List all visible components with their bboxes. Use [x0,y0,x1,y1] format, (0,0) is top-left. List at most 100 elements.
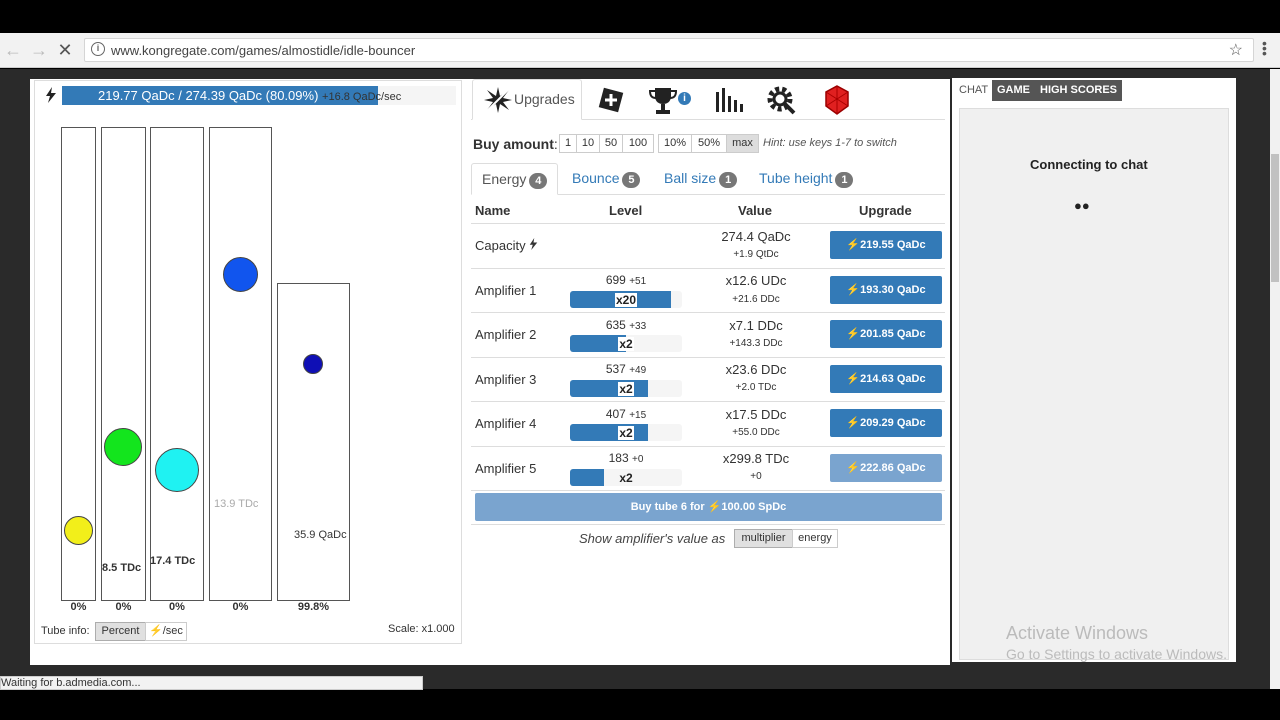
trophy-icon[interactable] [647,84,679,116]
level-multiplier: x2 [570,382,682,396]
buy-tube-button[interactable]: Buy tube 6 for ⚡100.00 SpDc [475,493,942,521]
multiplier-text: x2 [618,426,634,440]
row-divider [471,446,945,447]
row-value-delta: +143.3 DDc [729,338,783,349]
tube-percent: 0% [232,601,249,613]
tube-label: 13.9 TDc [214,498,259,510]
upgrade-cost: 201.85 QaDc [860,328,926,340]
percent-toggle-button[interactable]: Percent [95,622,146,641]
upgrade-button[interactable]: ⚡219.55 QaDc [830,231,942,259]
chat-connecting-text: Connecting to chat [1030,157,1148,172]
upgrade-button[interactable]: ⚡193.30 QaDc [830,276,942,304]
bolt-icon: ⚡ [149,625,163,637]
row-value-delta: +1.9 QtDc [733,249,779,260]
buy-option-button[interactable]: 100 [622,134,654,153]
address-bar[interactable]: i www.kongregate.com/games/almostidle/id… [84,38,1254,62]
main-tabs: Upgrades i [471,79,945,120]
url-text[interactable]: www.kongregate.com/games/almostidle/idle… [111,43,415,58]
ball-cyan [155,448,199,492]
stop-loading-icon[interactable]: ✕ [56,41,74,59]
row-value: 274.4 QaDc [721,229,791,244]
info-badge-icon: i [678,92,691,105]
tube-percent: 0% [169,601,185,613]
column-header-value: Value [738,203,772,218]
row-divider [471,401,945,402]
scrollbar-thumb[interactable] [1271,154,1279,282]
buy-option-button[interactable]: 10 [576,134,600,153]
tube-percent: 99.8% [297,601,330,613]
multiplier-text: x2 [618,337,634,351]
level-add: +49 [629,365,647,376]
energy-progress-bar: 219.77 QaDc / 274.39 QaDc (80.09%) +16.8… [62,86,456,105]
back-arrow-icon[interactable]: ← [4,41,22,59]
level-add: +0 [631,454,644,465]
per-sec-toggle-button[interactable]: ⚡/sec [145,622,187,641]
bookmark-star-icon[interactable]: ☆ [1229,40,1243,60]
upgrade-subtabs: Energy 4 Bounce 5 Ball size 1 Tube height 1 [471,163,945,195]
buy-option-button[interactable]: max [726,134,759,153]
row-divider [471,223,945,224]
activate-windows-subtext: Go to Settings to activate Windows. [1006,646,1227,662]
level-progress-bar: x2 [570,335,682,352]
buy-option-button[interactable]: 10% [658,134,692,153]
row-value: x299.8 TDc [722,451,790,466]
page-scrollbar[interactable] [1270,69,1280,689]
upgrade-button[interactable]: ⚡201.85 QaDc [830,320,942,348]
upgrades-burst-icon [484,87,512,113]
stats-bar-chart-icon[interactable] [713,84,745,116]
ball-blue [223,257,258,292]
bolt-icon [529,238,538,250]
ruby-gem-icon[interactable] [821,84,853,116]
ball-navy [303,354,323,374]
upgrade-cost: 219.55 QaDc [860,239,926,251]
tube-3 [150,127,204,601]
multiplier-text: x2 [618,382,634,396]
upgrade-button[interactable]: ⚡222.86 QaDc [830,454,942,482]
row-value: x17.5 DDc [725,407,787,422]
loading-dots: ●● [1074,198,1090,213]
row-name: Capacity [475,238,538,253]
energy-rate: +16.8 QaDc/sec [322,91,402,103]
tab-chat[interactable]: CHAT [954,80,994,101]
bolt-icon [45,87,57,103]
bottom-letterbox [0,689,1280,720]
row-value-delta: +55.0 DDc [732,427,780,438]
tube-label: 35.9 QaDc [294,529,347,541]
upgrade-button[interactable]: ⚡209.29 QaDc [830,409,942,437]
tab-upgrades[interactable]: Upgrades [472,79,582,120]
tab-game[interactable]: GAME [992,80,1035,101]
subtab-bounce[interactable]: Bounce 5 [562,163,650,195]
energy-toggle-button[interactable]: energy [792,529,838,548]
browser-menu-icon[interactable]: • • • [1262,36,1276,60]
forward-arrow-icon[interactable]: → [30,41,48,59]
buy-option-button[interactable]: 50 [599,134,623,153]
level-progress-bar: x2 [570,424,682,441]
buy-amount-colon: : [553,136,558,152]
multiplier-text: x2 [619,471,633,485]
prestige-icon[interactable] [595,84,627,116]
tube-2 [101,127,146,601]
row-level: 699 +51 [570,273,682,287]
upgrade-button[interactable]: ⚡214.63 QaDc [830,365,942,393]
subtab-tube-height[interactable]: Tube height 1 [749,163,863,195]
row-divider [471,357,945,358]
level-add: +51 [629,276,647,287]
level-value: 699 [605,273,626,287]
multiplier-toggle-button[interactable]: multiplier [734,529,793,548]
level-add: +15 [629,410,647,421]
subtab-ball-size[interactable]: Ball size 1 [654,163,747,195]
settings-gear-icon[interactable] [765,84,797,116]
buy-amount-label: Buy amount: [473,136,558,152]
row-name: Amplifier 3 [475,372,537,387]
row-level: 407 +15 [570,407,682,421]
buy-option-button[interactable]: 1 [559,134,577,153]
count-badge: 4 [529,173,548,189]
subtab-energy[interactable]: Energy 4 [471,163,559,195]
upgrade-cost: 222.86 QaDc [860,462,926,474]
info-icon[interactable]: i [91,42,105,56]
row-name: Amplifier 1 [475,283,537,298]
row-name: Amplifier 5 [475,461,537,476]
scale-label: Scale: x1.000 [388,623,455,635]
tab-high-scores[interactable]: HIGH SCORES [1035,80,1123,101]
buy-option-button[interactable]: 50% [691,134,727,153]
